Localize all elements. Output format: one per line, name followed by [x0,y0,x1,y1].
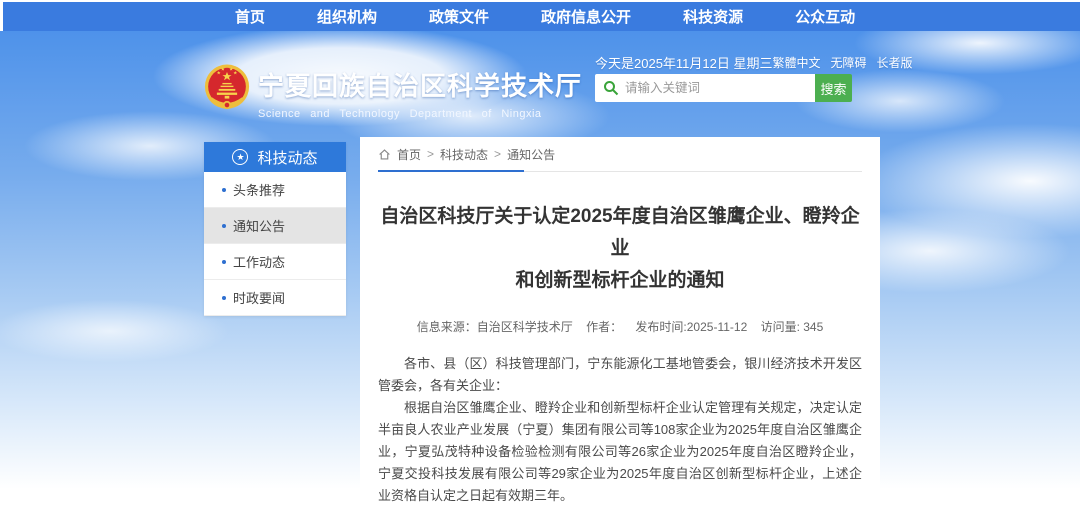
article-paragraph: 各市、县（区）科技管理部门，宁东能源化工基地管委会，银川经济技术开发区管委会，各… [378,353,862,397]
article-meta: 信息来源：自治区科学技术厅 作者： 发布时间:2025-11-12 访问量: 3… [378,318,862,335]
nav-item-tech-resources[interactable]: 科技资源 [683,6,743,27]
top-utility-bar: 今天是2025年11月12日 星期三 繁體中文 无障碍 长者版 [595,53,873,72]
main-content: 首页 > 科技动态 > 通知公告 自治区科技厅关于认定2025年度自治区雏鹰企业… [360,137,880,513]
search-icon [603,80,619,96]
meta-author: 作者： [586,320,622,334]
meta-publish-time: 发布时间:2025-11-12 [635,320,747,334]
sidebar-item-current-politics[interactable]: 时政要闻 [204,280,346,316]
breadcrumb-separator: > [494,147,501,161]
sidebar: ★ 科技动态 头条推荐 通知公告 工作动态 时政要闻 [204,142,346,316]
link-traditional-chinese[interactable]: 繁體中文 [773,54,821,71]
bullet-icon [222,224,226,228]
sidebar-item-label: 工作动态 [233,252,285,271]
article-title-line2: 和创新型标杆企业的通知 [378,265,862,297]
article-paragraph: 根据自治区雏鹰企业、瞪羚企业和创新型标杆企业认定管理有关规定，决定认定半亩良人农… [378,397,862,507]
national-emblem-logo [204,62,250,114]
breadcrumb-notices[interactable]: 通知公告 [507,146,555,163]
breadcrumb-separator: > [427,147,434,161]
bullet-icon [222,188,226,192]
sidebar-item-label: 头条推荐 [233,180,285,199]
current-date: 今天是2025年11月12日 星期三 [595,53,773,72]
sidebar-item-notices[interactable]: 通知公告 [204,208,346,244]
sidebar-list: 头条推荐 通知公告 工作动态 时政要闻 [204,172,346,316]
meta-source: 信息来源：自治区科学技术厅 [417,320,573,334]
bullet-icon [222,260,226,264]
nav-item-public-interaction[interactable]: 公众互动 [795,6,855,27]
sidebar-item-work-dynamics[interactable]: 工作动态 [204,244,346,280]
nav-item-home[interactable]: 首页 [235,6,265,27]
site-subtitle: Science and Technology Department of Nin… [258,108,558,120]
article-title-line1: 自治区科技厅关于认定2025年度自治区雏鹰企业、瞪羚企业 [378,201,862,265]
sidebar-title: 科技动态 [257,147,317,168]
bullet-icon [222,296,226,300]
site-title: 宁夏回族自治区科学技术厅 [258,66,558,103]
top-navigation: 首页 组织机构 政策文件 政府信息公开 科技资源 公众互动 [3,2,1080,31]
home-icon [378,148,391,161]
link-accessibility[interactable]: 无障碍 [831,54,867,71]
meta-views: 访问量: 345 [761,320,824,334]
breadcrumb: 首页 > 科技动态 > 通知公告 [378,137,862,172]
site-title-block: 宁夏回族自治区科学技术厅 Science and Technology Depa… [258,66,558,120]
nav-item-gov-info-disclosure[interactable]: 政府信息公开 [541,6,631,27]
star-circle-icon: ★ [232,149,248,165]
article-title: 自治区科技厅关于认定2025年度自治区雏鹰企业、瞪羚企业 和创新型标杆企业的通知 [378,201,862,297]
sidebar-item-label: 通知公告 [233,216,285,235]
emblem-icon [204,62,250,114]
sidebar-item-label: 时政要闻 [233,288,285,307]
breadcrumb-accent-line [378,170,524,172]
search-bar: 搜索 [595,74,852,102]
article-body: 各市、县（区）科技管理部门，宁东能源化工基地管委会，银川经济技术开发区管委会，各… [378,353,862,507]
breadcrumb-home[interactable]: 首页 [397,146,421,163]
search-button[interactable]: 搜索 [815,74,852,102]
sidebar-item-headline-recommend[interactable]: 头条推荐 [204,172,346,208]
nav-item-policy-documents[interactable]: 政策文件 [429,6,489,27]
search-input[interactable] [595,74,815,102]
page: 首页 组织机构 政策文件 政府信息公开 科技资源 公众互动 宁夏回族 [0,0,1080,513]
nav-item-organization[interactable]: 组织机构 [317,6,377,27]
link-elderly-version[interactable]: 长者版 [877,54,913,71]
quick-links: 繁體中文 无障碍 长者版 [773,54,913,71]
search-input-wrap [595,74,815,102]
sidebar-header: ★ 科技动态 [204,142,346,172]
breadcrumb-tech-dynamics[interactable]: 科技动态 [440,146,488,163]
